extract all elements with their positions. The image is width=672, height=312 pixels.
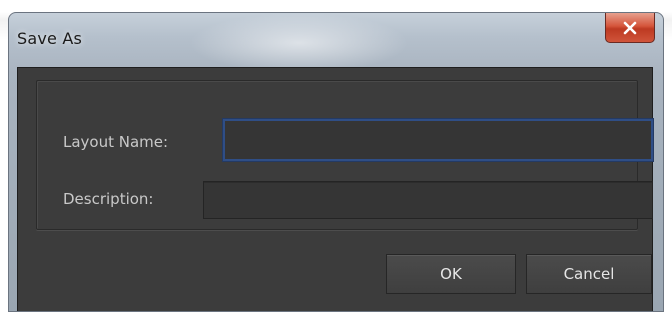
dialog-body: Layout Name: Description: OK Cancel (17, 67, 653, 311)
title-bar[interactable]: Save As (9, 13, 663, 65)
layout-name-label: Layout Name: (63, 133, 169, 151)
description-label: Description: (63, 190, 154, 208)
close-button[interactable] (605, 13, 655, 43)
cancel-button[interactable]: Cancel (526, 254, 652, 294)
layout-name-input[interactable] (223, 119, 653, 161)
dialog-title: Save As (17, 29, 83, 48)
description-input[interactable] (203, 181, 653, 219)
form-group: Layout Name: Description: (36, 80, 653, 230)
save-as-dialog: Save As Layout Name: Description: OK Can… (8, 12, 664, 312)
ok-button[interactable]: OK (386, 254, 516, 294)
close-x-icon (623, 21, 637, 34)
